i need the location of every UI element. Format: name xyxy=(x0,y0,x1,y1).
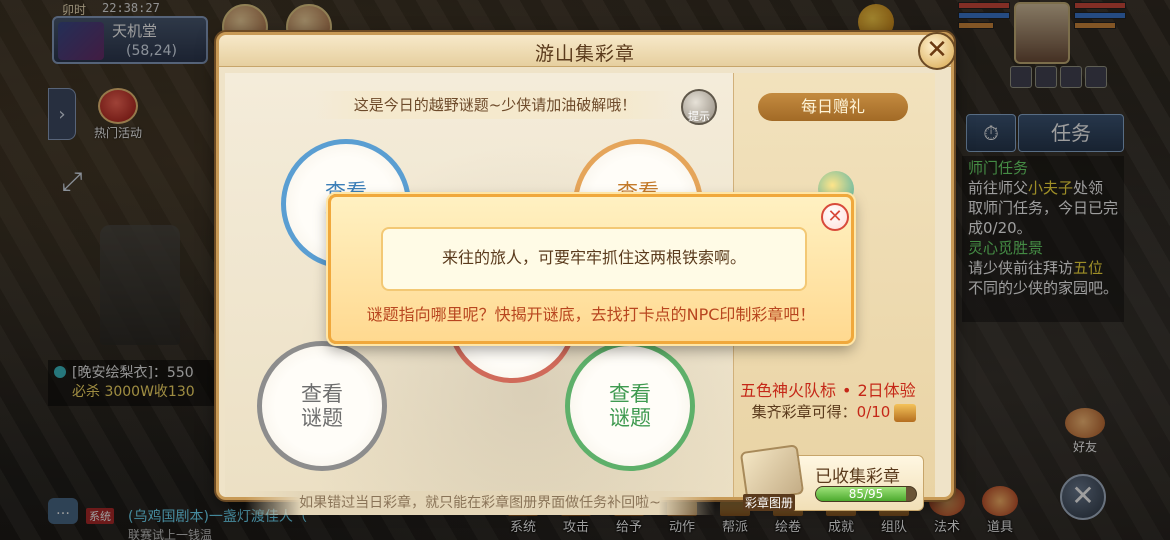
riddle-button[interactable]: 查看谜题 xyxy=(565,341,695,471)
panel-close-button[interactable]: ✕ xyxy=(918,32,956,70)
riddle-button[interactable]: 查看谜题 xyxy=(257,341,387,471)
daily-gift-title: 每日赠礼 xyxy=(758,93,908,121)
collect-requirement: 集齐彩章可得：0/10 xyxy=(734,401,934,422)
riddle-dialog: ✕ 来往的旅人，可要牢牢抓住这两根铁索啊。 谜题指向哪里呢？快揭开谜底，去找打卡… xyxy=(328,194,854,344)
dialog-sub-message: 谜题指向哪里呢？快揭开谜底，去找打卡点的NPC印制彩章吧！ xyxy=(366,305,816,324)
dialog-message: 来往的旅人，可要牢牢抓住这两根铁索啊。 xyxy=(381,227,807,291)
progress-text: 85/95 xyxy=(848,487,884,501)
reward-name: 五色神火队标 • 2日体验 xyxy=(740,381,916,400)
collection-progress-bar: 85/95 xyxy=(815,486,917,502)
hint-label: 提示 xyxy=(688,110,710,123)
chest-icon[interactable] xyxy=(894,403,917,422)
panel-title: 游山集彩章 xyxy=(534,43,635,65)
hint-text: 这是今日的越野谜题~少侠请加油破解哦！ xyxy=(315,91,675,119)
panel-header: 游山集彩章 xyxy=(219,35,951,67)
album-label: 彩章图册 xyxy=(743,494,796,511)
footer-tip: 如果错过当日彩章，就只能在彩章图册界面做任务补回啦~ xyxy=(245,491,715,515)
collected-title: 已收集彩章 xyxy=(815,467,900,487)
hint-button[interactable]: 提示 xyxy=(681,89,717,125)
dialog-close-button[interactable]: ✕ xyxy=(821,203,849,231)
collected-stamps-card[interactable]: 彩章图册 已收集彩章 85/95 xyxy=(739,444,924,511)
